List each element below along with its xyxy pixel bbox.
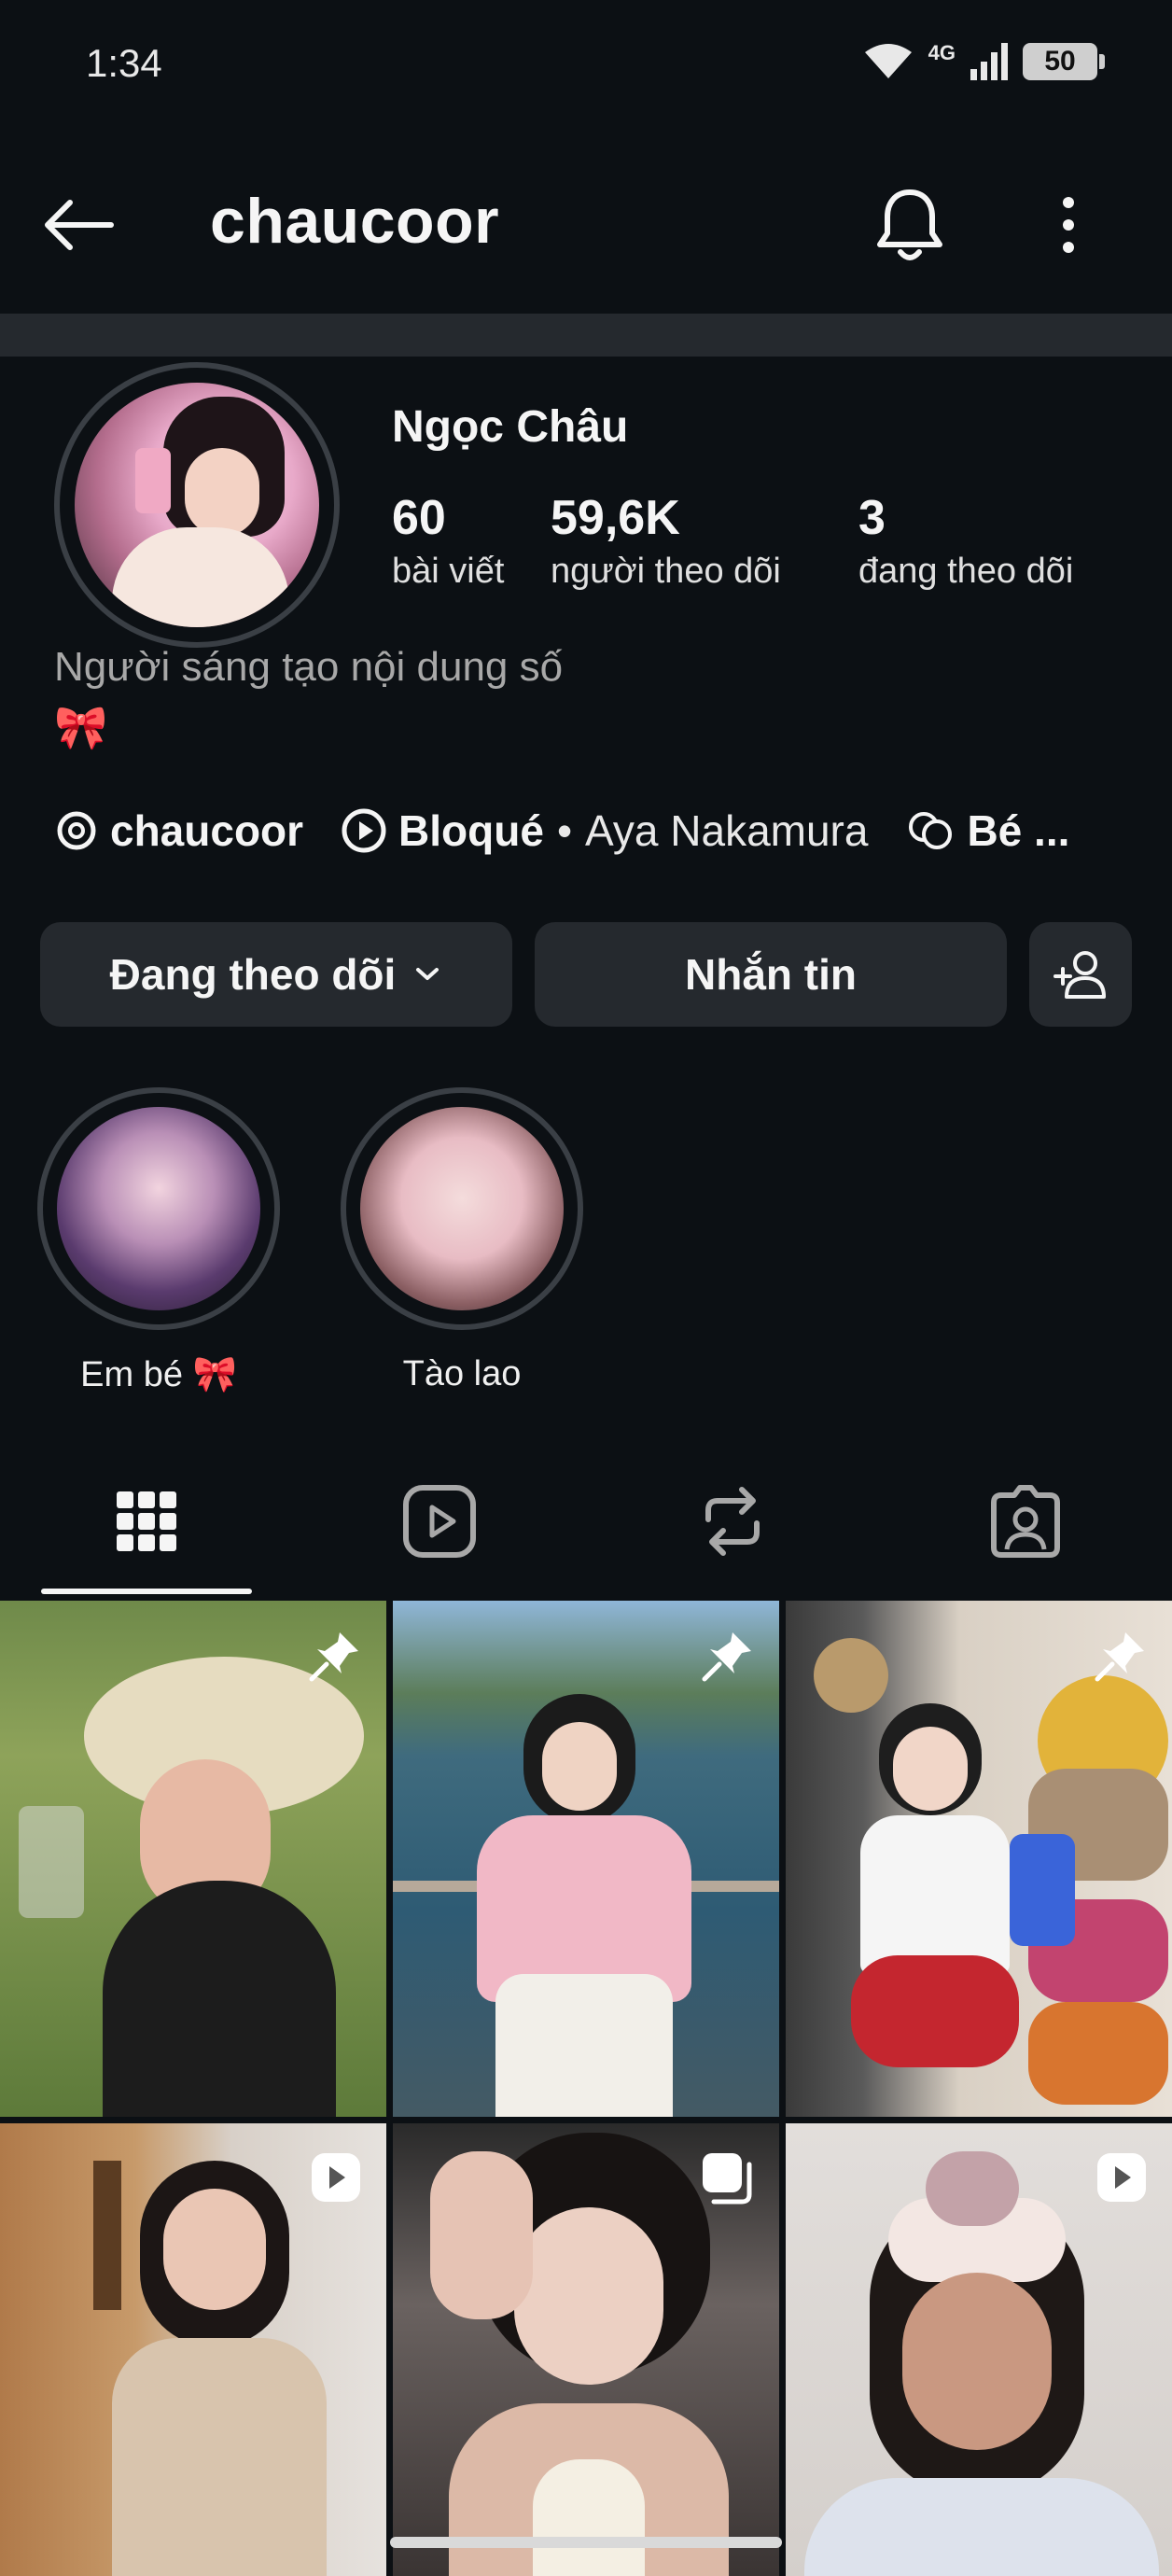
stat-followers[interactable]: 59,6K người theo dõi xyxy=(551,490,781,592)
post-thumbnail[interactable] xyxy=(393,2123,779,2576)
battery-icon: 50 xyxy=(1023,43,1105,80)
active-tab-indicator xyxy=(41,1589,252,1594)
stat-posts[interactable]: 60 bài viết xyxy=(392,490,504,592)
stat-following-number: 3 xyxy=(858,491,886,545)
music-link[interactable]: Bloqué • Aya Nakamura xyxy=(341,805,868,856)
bell-icon xyxy=(877,189,942,260)
highlight-cover xyxy=(57,1107,260,1310)
top-bar: chaucoor xyxy=(0,159,1172,289)
notifications-button[interactable] xyxy=(868,183,952,267)
profile-avatar[interactable] xyxy=(54,362,340,648)
carousel-icon xyxy=(703,2153,752,2205)
highlight-ring xyxy=(37,1087,280,1330)
status-bar: 1:34 4G 50 xyxy=(0,0,1172,131)
more-options-button[interactable] xyxy=(1036,183,1101,267)
stat-posts-label: bài viết xyxy=(392,552,505,591)
profile-username: chaucoor xyxy=(210,186,500,257)
message-button-label: Nhắn tin xyxy=(685,950,857,999)
stat-following[interactable]: 3 đang theo dõi xyxy=(858,490,1073,592)
channel-link[interactable]: Bé ... xyxy=(905,805,1069,856)
stat-following-label: đang theo dõi xyxy=(858,552,1074,591)
tagged-icon xyxy=(991,1485,1060,1558)
network-type-label: 4G xyxy=(928,41,956,64)
posts-grid xyxy=(0,1601,1172,2576)
add-person-icon xyxy=(1053,951,1106,999)
highlight-label: Tào lao xyxy=(402,1354,522,1393)
tab-reposts[interactable] xyxy=(677,1475,788,1568)
avatar-image xyxy=(75,383,319,627)
back-arrow-icon xyxy=(45,200,114,250)
post-thumbnail[interactable] xyxy=(0,2123,386,2576)
threads-icon xyxy=(57,811,96,850)
play-circle-icon xyxy=(342,808,386,853)
wifi-icon xyxy=(864,44,912,78)
reposts-icon xyxy=(705,1487,760,1556)
post-thumbnail[interactable] xyxy=(786,2123,1172,2576)
reel-icon xyxy=(1097,2153,1146,2202)
more-vertical-icon xyxy=(1063,197,1074,253)
highlight-cover xyxy=(360,1107,564,1310)
highlight-ring xyxy=(341,1087,583,1330)
back-button[interactable] xyxy=(37,185,118,265)
highlight-label: Em bé 🎀 xyxy=(80,1355,237,1394)
signal-icon xyxy=(970,43,1008,80)
threads-link[interactable]: chaucoor xyxy=(54,805,303,856)
stat-posts-number: 60 xyxy=(392,491,446,545)
reels-icon xyxy=(403,1485,476,1558)
message-button[interactable]: Nhắn tin xyxy=(535,922,1007,1027)
stat-followers-label: người theo dõi xyxy=(551,552,781,591)
post-thumbnail[interactable] xyxy=(393,1601,779,2117)
display-name: Ngọc Châu xyxy=(392,402,629,452)
pin-icon xyxy=(309,1632,358,1682)
music-artist: Aya Nakamura xyxy=(585,806,869,855)
status-time: 1:34 xyxy=(86,41,162,85)
status-icons: 4G 50 xyxy=(861,41,1105,82)
home-indicator[interactable] xyxy=(390,2537,782,2548)
suggested-users-button[interactable] xyxy=(1029,922,1132,1027)
tab-posts-grid[interactable] xyxy=(91,1475,202,1568)
tab-reels[interactable] xyxy=(384,1475,495,1568)
following-button[interactable]: Đang theo dõi xyxy=(40,922,512,1027)
tab-tagged[interactable] xyxy=(970,1475,1081,1568)
following-button-label: Đang theo dõi xyxy=(109,950,397,999)
music-title: Bloqué xyxy=(398,806,544,855)
reel-icon xyxy=(312,2153,360,2202)
header-divider xyxy=(0,314,1172,357)
pin-icon xyxy=(1095,1632,1144,1682)
post-thumbnail[interactable] xyxy=(786,1601,1172,2117)
channel-name: Bé ... xyxy=(967,806,1070,855)
highlight-tao-lao[interactable]: Tào lao xyxy=(341,1087,583,1394)
pin-icon xyxy=(702,1632,751,1682)
chevron-down-icon xyxy=(416,968,440,980)
bio-emoji: 🎀 xyxy=(54,703,108,751)
profile-links-row: chaucoor Bloqué • Aya Nakamura Bé ... xyxy=(54,798,1069,863)
highlight-em-be[interactable]: Em bé 🎀 xyxy=(37,1087,280,1395)
post-thumbnail[interactable] xyxy=(0,1601,386,2117)
threads-handle: chaucoor xyxy=(110,806,304,855)
profile-tabs xyxy=(0,1456,1172,1596)
broadcast-channel-icon xyxy=(909,812,953,849)
grid-icon xyxy=(117,1491,176,1551)
music-separator: • xyxy=(556,806,573,855)
profile-bio: Người sáng tạo nội dung số xyxy=(54,644,564,690)
stat-followers-number: 59,6K xyxy=(551,491,680,545)
